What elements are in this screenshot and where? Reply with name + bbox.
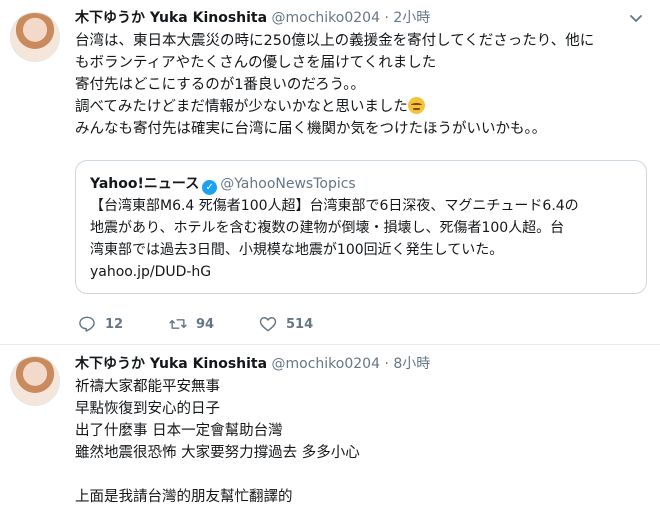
quoted-line: 【台湾東部M6.4 死傷者100人超】台湾東部で6日深夜、マグニチュード6.4の — [90, 198, 579, 214]
relieved-face-emoji — [407, 97, 425, 114]
retweet-count: 94 — [196, 316, 215, 332]
tweet-1[interactable]: 木下ゆうか Yuka Kinoshita @mochiko0204 · 2小時 … — [0, 0, 660, 345]
like-count: 514 — [286, 316, 314, 332]
chevron-down-icon[interactable] — [626, 8, 646, 28]
tweet-line: 出了什麼事 日本一定會幫助台灣 — [75, 423, 283, 439]
reply-button[interactable]: 12 — [77, 313, 123, 335]
tweet-line: みんなも寄付先は確実に台湾に届く機関か気をつけたほうがいいかも。。 — [75, 121, 547, 137]
user-name[interactable]: 木下ゆうか Yuka Kinoshita — [75, 10, 267, 26]
tweet-line: 雖然地震很恐怖 大家要努力撐過去 多多小心 — [75, 445, 360, 461]
timestamp[interactable]: 2小時 — [393, 10, 430, 26]
tweet-line-blank — [75, 464, 645, 486]
heart-icon — [259, 317, 277, 332]
tweet-line: 早點恢復到安心的日子 — [75, 401, 220, 417]
tweet-line: もボランティアやたくさんの優しさを届けてくれました — [75, 55, 437, 71]
user-handle[interactable]: @mochiko0204 — [272, 356, 380, 372]
retweet-button[interactable]: 94 — [168, 313, 214, 335]
user-name[interactable]: 木下ゆうか Yuka Kinoshita — [75, 356, 267, 372]
quoted-tweet-text: 【台湾東部M6.4 死傷者100人超】台湾東部で6日深夜、マグニチュード6.4の… — [90, 195, 640, 283]
tweet-header: 木下ゆうか Yuka Kinoshita @mochiko0204 · 2小時 — [75, 9, 430, 27]
separator-dot: · — [384, 10, 389, 26]
quoted-link[interactable]: yahoo.jp/DUD-hG — [90, 261, 640, 283]
quoted-tweet-header: Yahoo!ニュース ✓ @YahooNewsTopics — [90, 173, 356, 195]
avatar[interactable] — [10, 12, 60, 62]
tweet-line: 上面是我請台灣的朋友幫忙翻譯的 — [75, 489, 293, 505]
quoted-line: 湾東部では過去3日間、小規模な地震が100回近く発生していた。 — [90, 242, 504, 258]
quoted-tweet-card[interactable]: Yahoo!ニュース ✓ @YahooNewsTopics 【台湾東部M6.4 死傷… — [75, 160, 647, 294]
avatar[interactable] — [10, 356, 60, 406]
tweet-line: 祈禱大家都能平安無事 — [75, 379, 220, 395]
tweet-header: 木下ゆうか Yuka Kinoshita @mochiko0204 · 8小時 — [75, 355, 430, 373]
user-handle[interactable]: @mochiko0204 — [272, 10, 380, 26]
tweet-line: 台湾は、東日本大震災の時に250億以上の義援金を寄付してくださったり、他に — [75, 33, 595, 49]
quoted-user-handle: @YahooNewsTopics — [220, 176, 356, 192]
quoted-line: 地震があり、ホテルを含む複数の建物が倒壊・損壊し、死傷者100人超。台 — [90, 220, 565, 236]
reply-icon — [79, 316, 95, 332]
quoted-user-name: Yahoo!ニュース — [90, 176, 200, 192]
tweet-text: 台湾は、東日本大震災の時に250億以上の義援金を寄付してくださったり、他に もボ… — [75, 30, 645, 140]
verified-badge-icon: ✓ — [202, 180, 218, 195]
tweet-2[interactable]: 木下ゆうか Yuka Kinoshita @mochiko0204 · 8小時 … — [0, 346, 660, 518]
tweet-line: 調べてみたけどまだ情報が少ないかなと思いました — [75, 96, 645, 118]
tweet-divider — [0, 344, 660, 345]
tweet-text: 祈禱大家都能平安無事 早點恢復到安心的日子 出了什麼事 日本一定會幫助台灣 雖然… — [75, 376, 645, 508]
separator-dot: · — [384, 356, 389, 372]
reply-count: 12 — [105, 316, 124, 332]
timestamp[interactable]: 8小時 — [393, 356, 430, 372]
retweet-icon — [169, 319, 187, 329]
like-button[interactable]: 514 — [258, 313, 313, 335]
tweet-line-text: 調べてみたけどまだ情報が少ないかなと思いました — [75, 99, 408, 115]
tweet-line: 寄付先はどこにするのが1番良いのだろう。。 — [75, 77, 365, 93]
